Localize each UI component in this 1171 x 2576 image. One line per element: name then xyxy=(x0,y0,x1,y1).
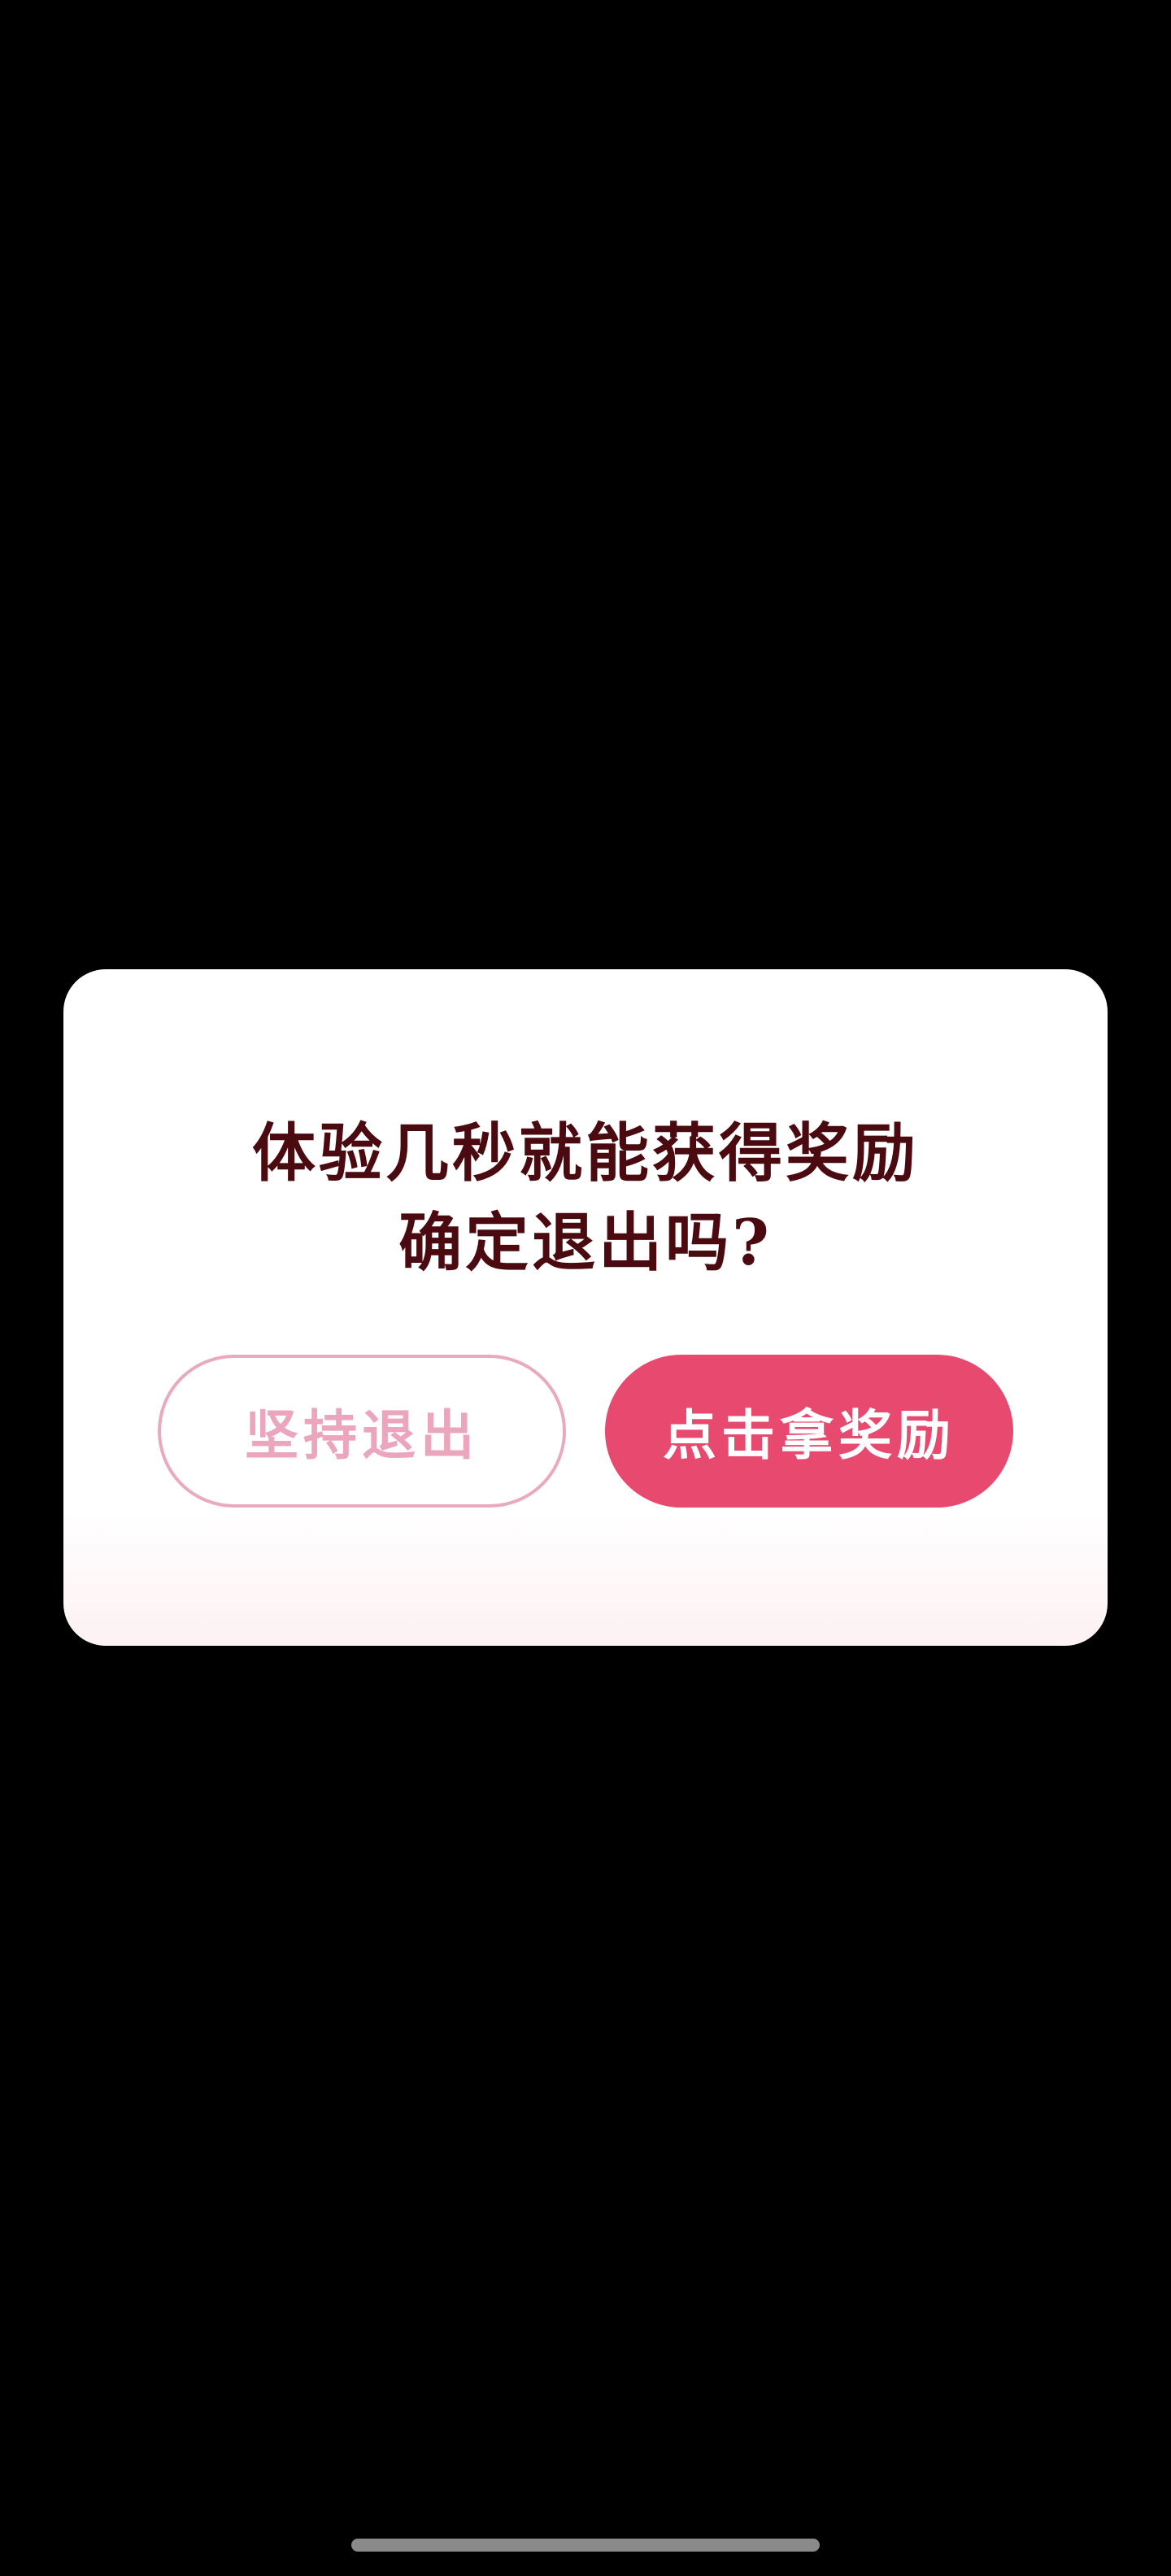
exit-button[interactable]: 坚持退出 xyxy=(158,1355,566,1508)
dialog-message: 体验几秒就能获得奖励 确定退出吗? xyxy=(63,1109,1108,1288)
get-reward-button[interactable]: 点击拿奖励 xyxy=(605,1355,1013,1508)
home-indicator[interactable] xyxy=(351,2539,820,2552)
exit-confirm-dialog: 体验几秒就能获得奖励 确定退出吗? 坚持退出 点击拿奖励 xyxy=(63,969,1108,1646)
dialog-message-line1: 体验几秒就能获得奖励 xyxy=(251,1116,919,1190)
dialog-message-line2: 确定退出吗? xyxy=(398,1206,773,1280)
screen: 体验几秒就能获得奖励 确定退出吗? 坚持退出 点击拿奖励 xyxy=(0,0,1171,2576)
